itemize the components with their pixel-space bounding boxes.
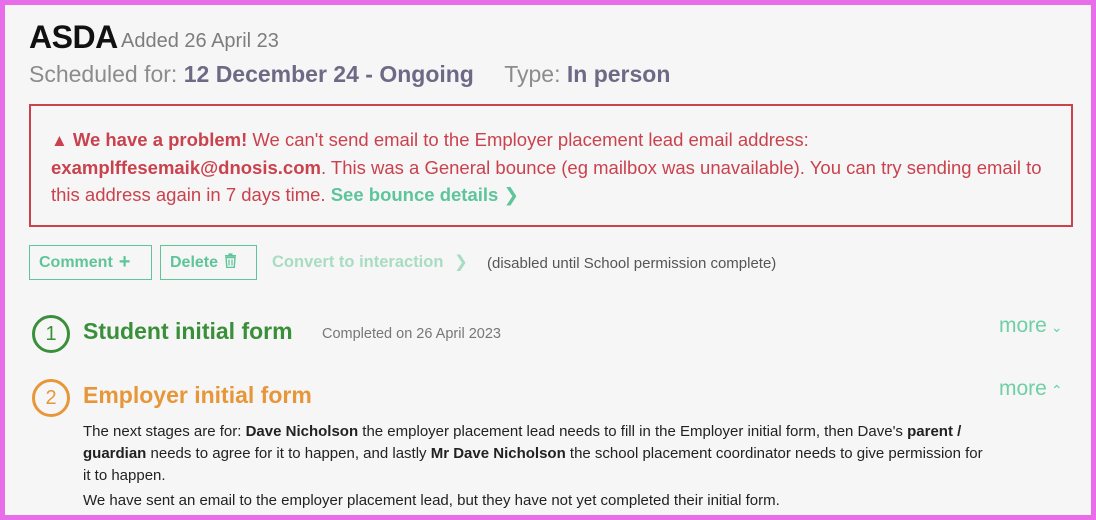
chevron-down-icon: ⌄ — [1050, 319, 1063, 335]
scheduled-value: 12 December 24 - Ongoing — [183, 61, 474, 87]
step-completed-date: Completed on 26 April 2023 — [322, 326, 501, 342]
alert-email: examplffesemaik@dnosis.com — [51, 157, 321, 178]
added-date: Added 26 April 23 — [121, 30, 279, 52]
bounce-alert: ▲ We have a problem! We can't send email … — [29, 104, 1073, 227]
more-toggle-step-1[interactable]: more ⌄ — [999, 314, 1063, 338]
comment-label: Comment — [39, 253, 113, 271]
scheduled-label: Scheduled for: — [29, 61, 178, 87]
more-toggle-step-2[interactable]: more ⌃ — [999, 377, 1063, 401]
step-number-badge: 2 — [32, 379, 70, 417]
alert-heading: We have a problem! — [72, 129, 248, 150]
step-title: Employer initial form — [83, 382, 312, 408]
convert-to-interaction-link[interactable]: Convert to interaction ❯ — [272, 252, 468, 272]
schedule-line: Scheduled for: 12 December 24 - Ongoing … — [29, 61, 670, 88]
page-title: ASDA — [29, 19, 118, 55]
type-label: Type: — [504, 61, 561, 87]
chevron-right-icon: ❯ — [503, 184, 519, 205]
record-panel: ASDA Added 26 April 23 Scheduled for: 12… — [5, 5, 1091, 515]
plus-icon: + — [118, 251, 131, 273]
comment-button[interactable]: Comment + — [29, 245, 152, 280]
step-status-note: We have sent an email to the employer pl… — [83, 492, 780, 509]
disabled-note: (disabled until School permission comple… — [487, 255, 777, 272]
trash-icon — [224, 252, 237, 273]
delete-button[interactable]: Delete — [160, 245, 257, 280]
see-bounce-details-link[interactable]: See bounce details ❯ — [331, 184, 519, 205]
warning-triangle-icon: ▲ — [51, 131, 68, 150]
delete-label: Delete — [170, 253, 219, 271]
chevron-up-icon: ⌃ — [1050, 382, 1063, 398]
alert-text: We can't send email to the Employer plac… — [247, 129, 809, 150]
step-title: Student initial form — [83, 318, 293, 344]
step-description: The next stages are for: Dave Nicholson … — [83, 423, 983, 484]
chevron-right-icon: ❯ — [454, 253, 468, 271]
step-number-badge: 1 — [32, 315, 70, 353]
type-value: In person — [566, 61, 671, 87]
